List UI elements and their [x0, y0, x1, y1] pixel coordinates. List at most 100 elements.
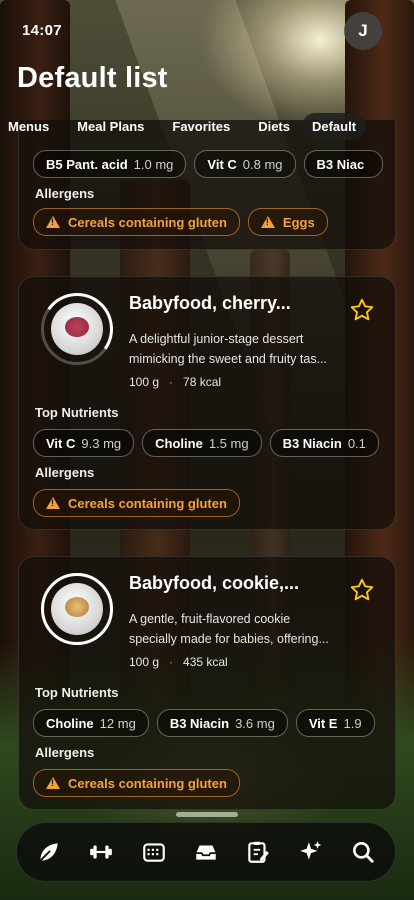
nutrition-score-ring	[35, 287, 119, 371]
category-tabs: Menus Meal Plans Favorites Diets Default	[0, 112, 414, 140]
nutrient-chip: B3 Niacin 0.1	[269, 429, 379, 457]
favorite-star-icon[interactable]	[349, 577, 375, 603]
allergen-chip-row: Cereals containing gluten Eggs	[33, 208, 328, 236]
food-image	[51, 303, 103, 355]
nav-calendar-button[interactable]	[134, 832, 174, 872]
nutrient-value: 1.5 mg	[208, 435, 249, 451]
tab-favorites[interactable]: Favorites	[172, 119, 230, 134]
nutrient-chip: Vit C 0.8 mg	[194, 150, 296, 178]
nutrient-name: Choline	[46, 715, 94, 731]
dumbbell-icon	[90, 845, 113, 859]
nutrient-value: 0.8 mg	[242, 156, 283, 172]
status-time: 14:07	[22, 22, 62, 39]
food-image-content	[65, 597, 89, 617]
page-title: Default list	[17, 62, 168, 94]
calorie-count: 78 kcal	[183, 375, 222, 389]
nutrient-name: Vit C	[46, 435, 76, 451]
nav-ai-button[interactable]	[291, 832, 331, 872]
food-meta: 100 g · 435 kcal	[129, 655, 228, 669]
food-meta: 100 g · 78 kcal	[129, 375, 221, 389]
food-name[interactable]: Babyfood, cookie,...	[129, 573, 299, 594]
allergens-label: Allergens	[35, 745, 95, 760]
leaf-icon	[39, 843, 58, 862]
warning-icon	[46, 777, 60, 789]
clipboard-edit-icon	[248, 841, 270, 863]
tab-diets[interactable]: Diets	[258, 119, 290, 134]
description-line: A delightful junior-stage dessert	[129, 332, 304, 346]
nutrient-chip: B3 Niacin 3.6 mg	[156, 709, 288, 737]
top-nutrients-label: Top Nutrients	[35, 405, 119, 420]
description-line: A gentle, fruit-flavored cookie	[129, 612, 291, 626]
allergen-chip: Cereals containing gluten	[33, 208, 240, 236]
nutrient-name: Choline	[155, 435, 203, 451]
top-nutrients-label: Top Nutrients	[35, 685, 119, 700]
calorie-count: 435 kcal	[183, 655, 228, 669]
food-image-content	[65, 317, 89, 337]
nutrient-chip: Choline 1.5 mg	[142, 429, 262, 457]
nutrient-chip: Choline 12 mg	[33, 709, 149, 737]
allergen-chip-row: Cereals containing gluten	[33, 489, 240, 517]
favorite-star-icon[interactable]	[349, 297, 375, 323]
nutrient-chip-row: B5 Pant. acid 1.0 mg Vit C 0.8 mg B3 Niac	[33, 150, 384, 178]
description-line: mimicking the sweet and fruity tas...	[129, 352, 327, 366]
food-image	[51, 583, 103, 635]
serving-amount: 100 g	[129, 655, 160, 669]
nutrient-value: 0.1	[347, 435, 366, 451]
allergen-chip: Cereals containing gluten	[33, 769, 240, 797]
allergen-label: Cereals containing gluten	[68, 775, 227, 791]
nav-notes-button[interactable]	[238, 832, 278, 872]
allergen-label: Eggs	[282, 214, 315, 230]
nav-inbox-button[interactable]	[186, 832, 226, 872]
food-description: A gentle, fruit-flavored cookie speciall…	[129, 609, 381, 649]
scroll-handle[interactable]	[176, 812, 238, 817]
allergens-label: Allergens	[35, 186, 95, 201]
nutrient-value: 1.0 mg	[133, 156, 174, 172]
nav-food-button[interactable]	[29, 832, 69, 872]
nutrient-chip-row: Choline 12 mg B3 Niacin 3.6 mg Vit E 1.9	[33, 709, 375, 737]
food-name[interactable]: Babyfood, cherry...	[129, 293, 291, 314]
allergen-chip: Cereals containing gluten	[33, 489, 240, 517]
inbox-tray-icon	[196, 845, 216, 860]
tab-default[interactable]: Default	[301, 112, 367, 140]
tab-menus[interactable]: Menus	[8, 119, 49, 134]
nutrient-chip: Vit C 9.3 mg	[33, 429, 135, 457]
allergen-label: Cereals containing gluten	[68, 214, 227, 230]
food-description: A delightful junior-stage dessert mimick…	[129, 329, 381, 369]
nutrient-value: 12 mg	[99, 715, 136, 731]
allergen-label: Cereals containing gluten	[68, 495, 227, 511]
allergens-label: Allergens	[35, 465, 95, 480]
warning-icon	[46, 216, 60, 228]
allergen-chip: Eggs	[247, 208, 328, 236]
nutrient-name: B3 Niac	[316, 156, 365, 172]
nutrient-chip: Vit E 1.9	[295, 709, 375, 737]
nav-search-button[interactable]	[343, 832, 383, 872]
nutrient-chip: B5 Pant. acid 1.0 mg	[33, 150, 187, 178]
nutrient-chip: B3 Niac	[303, 150, 384, 178]
profile-avatar[interactable]: J	[344, 12, 382, 50]
calendar-icon	[142, 843, 165, 862]
bottom-nav-bar	[16, 822, 396, 882]
food-card-cookie[interactable]: Babyfood, cookie,... A gentle, fruit-fla…	[18, 556, 396, 810]
food-card-cherry[interactable]: Babyfood, cherry... A delightful junior-…	[18, 276, 396, 530]
sparkles-icon	[299, 841, 321, 860]
allergen-chip-row: Cereals containing gluten	[33, 769, 240, 797]
nutrient-value: 9.3 mg	[81, 435, 122, 451]
nav-fitness-button[interactable]	[81, 832, 121, 872]
nutrient-name: B3 Niacin	[282, 435, 342, 451]
search-icon	[352, 842, 374, 863]
nutrient-value: 3.6 mg	[235, 715, 275, 731]
tab-meal-plans[interactable]: Meal Plans	[77, 119, 144, 134]
nutrient-value: 1.9	[343, 715, 362, 731]
nutrient-name: B5 Pant. acid	[46, 156, 128, 172]
separator-dot: ·	[169, 375, 174, 389]
nutrient-name: Vit E	[308, 715, 338, 731]
description-line: specially made for babies, offering...	[129, 632, 329, 646]
serving-amount: 100 g	[129, 375, 160, 389]
nutrient-chip-row: Vit C 9.3 mg Choline 1.5 mg B3 Niacin 0.1	[33, 429, 379, 457]
warning-icon	[260, 216, 275, 228]
nutrient-name: Vit C	[207, 156, 237, 172]
nutrition-score-ring	[41, 573, 113, 645]
warning-icon	[46, 497, 60, 509]
nutrient-name: B3 Niacin	[169, 715, 230, 731]
separator-dot: ·	[169, 655, 174, 669]
